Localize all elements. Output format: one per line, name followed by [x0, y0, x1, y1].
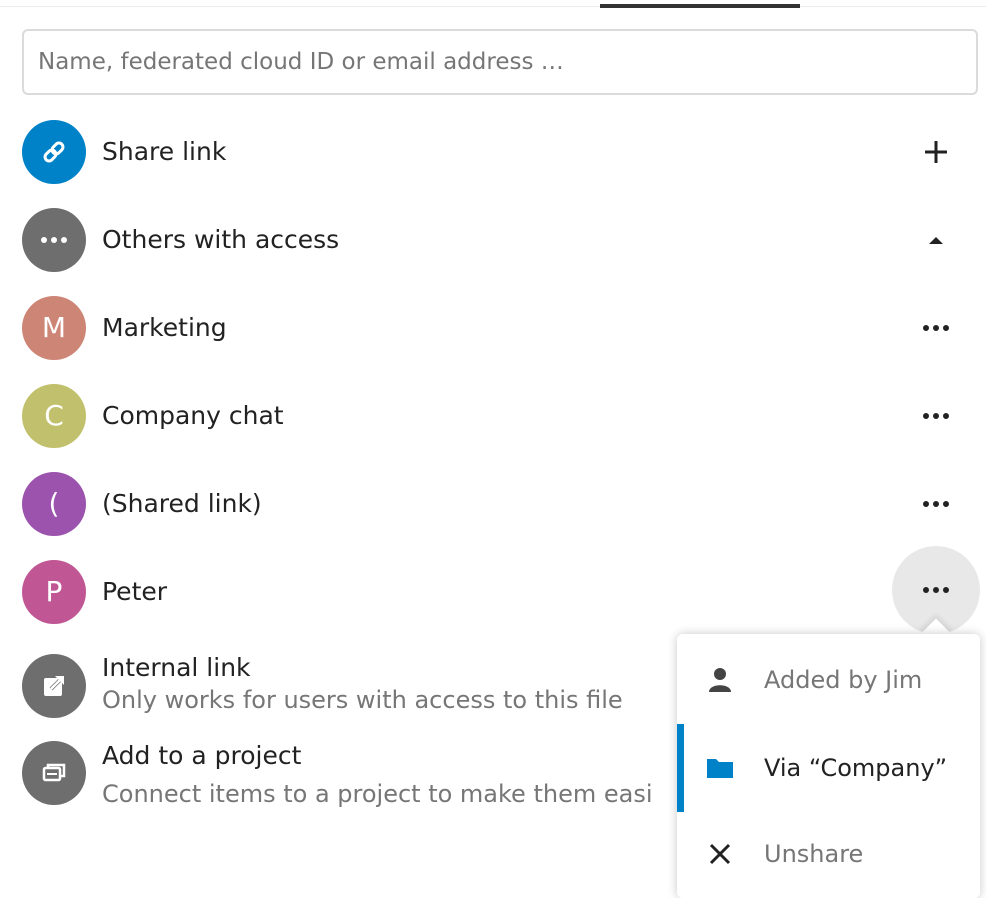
avatar: M [22, 296, 86, 360]
share-search-input[interactable] [22, 29, 978, 95]
menu-item-label: Added by Jim [764, 666, 923, 694]
more-icon [923, 587, 949, 593]
menu-item-label: Via “Company” [764, 754, 948, 782]
share-link-row[interactable]: Share link [0, 117, 986, 187]
share-row-peter: P Peter [0, 546, 986, 634]
popover-content: Added by Jim Via “Company” Unshare [677, 634, 980, 898]
project-icon [22, 741, 86, 805]
avatar: C [22, 384, 86, 448]
sharing-panel: Share link Others with access M Marketin… [0, 0, 986, 898]
more-dots-icon [22, 208, 86, 272]
more-icon [923, 325, 949, 331]
share-name: (Shared link) [102, 489, 262, 518]
tab-bar-border [0, 6, 986, 7]
project-title: Add to a project [102, 741, 302, 770]
active-tab-indicator[interactable] [600, 4, 800, 8]
active-item-marker [677, 724, 684, 812]
menu-item-unshare[interactable]: Unshare [677, 810, 980, 898]
others-with-access-label: Others with access [102, 225, 340, 254]
share-row-shared-link: ( (Shared link) [0, 469, 986, 539]
folder-icon [705, 753, 735, 783]
share-link-label: Share link [102, 137, 227, 166]
more-icon [923, 413, 949, 419]
internal-link-subtitle: Only works for users with access to this… [102, 686, 623, 714]
share-name: Peter [102, 577, 168, 606]
share-menu-button[interactable] [892, 293, 980, 363]
share-action-popover: Added by Jim Via “Company” Unshare [677, 634, 980, 898]
share-row-company-chat: C Company chat [0, 381, 986, 451]
close-icon [705, 839, 735, 869]
external-link-icon [22, 654, 86, 718]
share-name: Company chat [102, 401, 284, 430]
add-share-link-button[interactable] [892, 117, 980, 187]
link-icon [22, 120, 86, 184]
collapse-others-button[interactable] [892, 205, 980, 275]
internal-link-title: Internal link [102, 653, 251, 682]
user-icon [705, 665, 735, 695]
more-icon [923, 501, 949, 507]
menu-item-added-by: Added by Jim [677, 636, 980, 724]
avatar: P [22, 560, 86, 624]
triangle-up-icon [929, 237, 943, 244]
avatar: ( [22, 472, 86, 536]
plus-icon [925, 141, 947, 163]
project-subtitle: Connect items to a project to make them … [102, 780, 653, 808]
others-with-access-row[interactable]: Others with access [0, 205, 986, 275]
share-menu-button[interactable] [892, 381, 980, 451]
menu-item-via-company[interactable]: Via “Company” [677, 724, 980, 812]
share-row-marketing: M Marketing [0, 293, 986, 363]
share-name: Marketing [102, 313, 227, 342]
share-menu-button[interactable] [892, 469, 980, 539]
menu-item-label: Unshare [764, 840, 864, 868]
